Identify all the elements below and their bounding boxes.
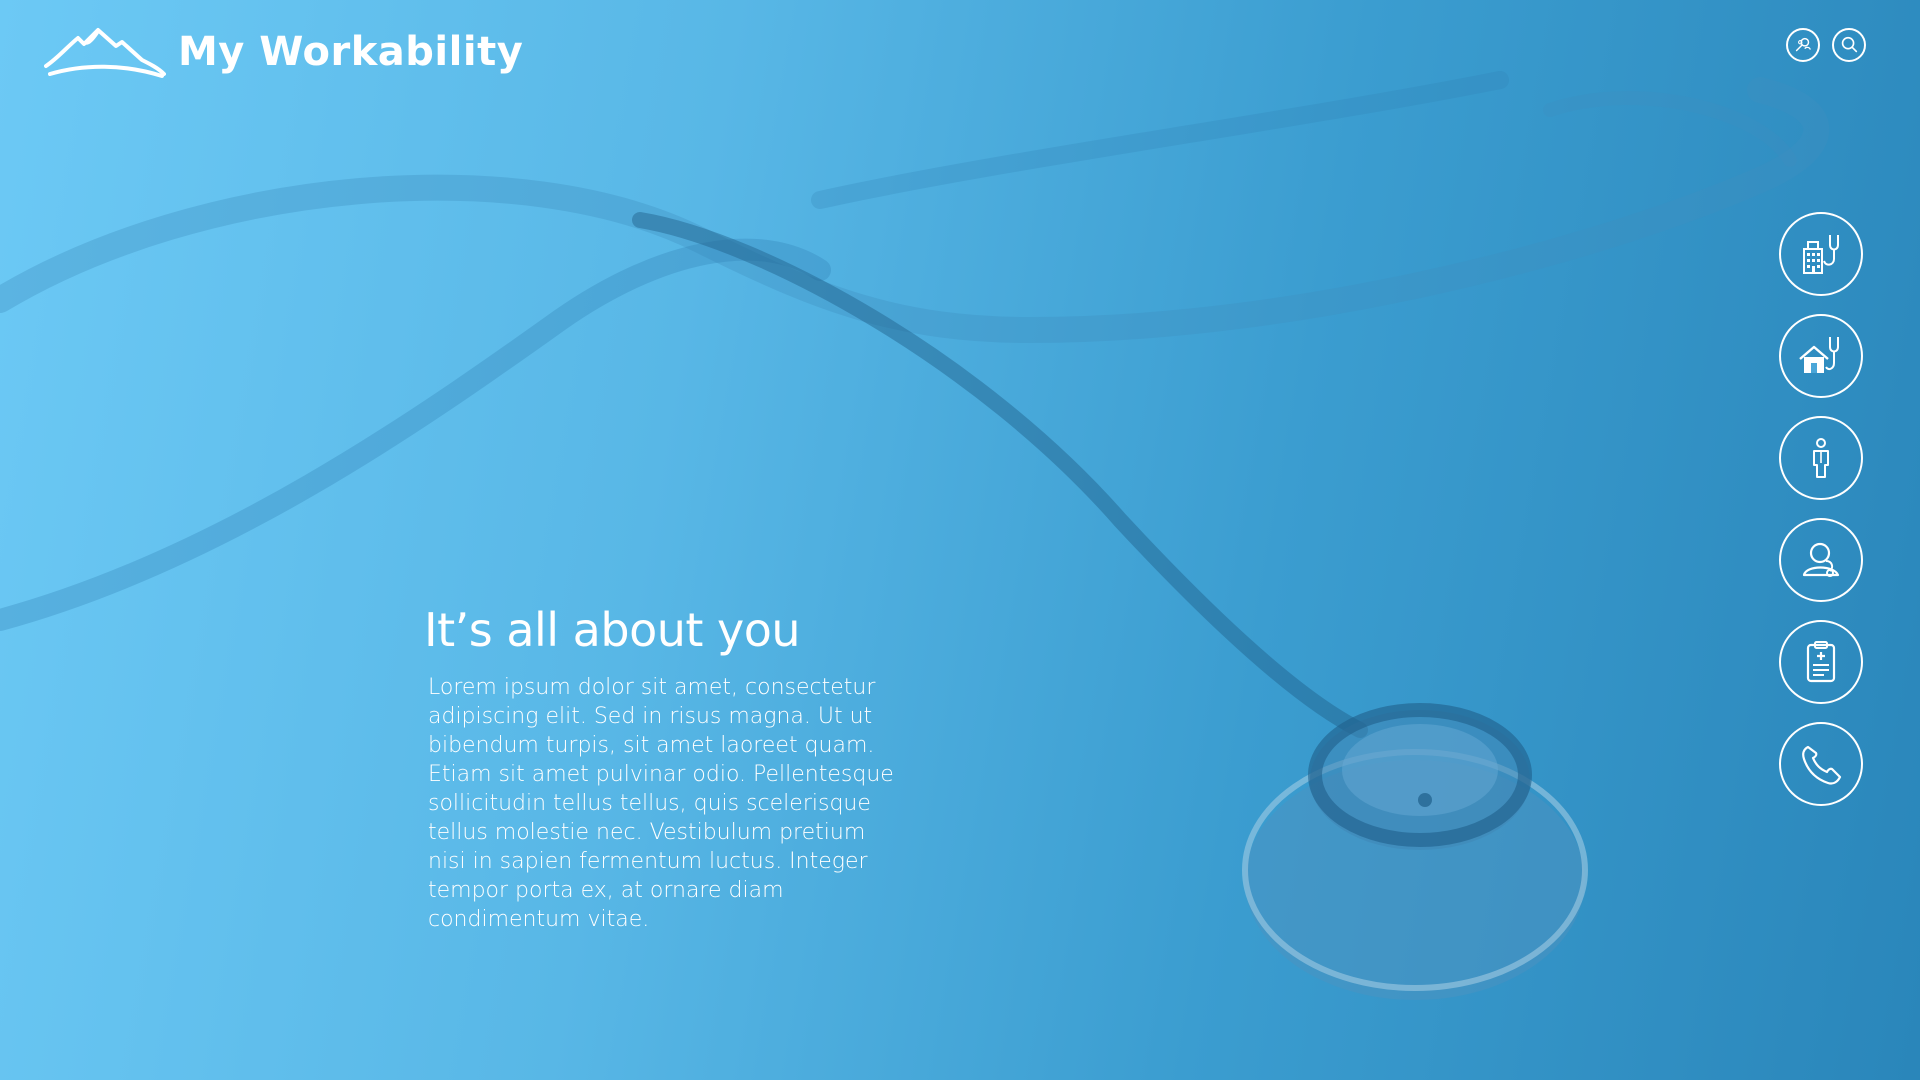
- person-icon: [1813, 438, 1829, 478]
- find-person-button[interactable]: [1786, 28, 1820, 62]
- hero-body: Lorem ipsum dolor sit amet, consectetur …: [428, 674, 894, 932]
- side-nav: [1779, 212, 1863, 806]
- find-person-icon: [1795, 37, 1811, 52]
- side-nav-clipboard[interactable]: [1779, 620, 1863, 704]
- side-nav-patient-care[interactable]: [1779, 518, 1863, 602]
- medical-clipboard-icon: [1806, 641, 1836, 683]
- brand[interactable]: My Workability: [44, 24, 523, 80]
- brand-name: My Workability: [178, 29, 524, 75]
- search-icon: [1841, 36, 1858, 53]
- side-nav-person[interactable]: [1779, 416, 1863, 500]
- side-nav-hospital[interactable]: [1779, 212, 1863, 296]
- background-stethoscope-image: [0, 71, 1830, 1000]
- patient-care-icon: [1802, 542, 1840, 577]
- search-button[interactable]: [1832, 28, 1866, 62]
- hospital-stethoscope-icon: [1803, 235, 1839, 274]
- header-actions: [1786, 28, 1866, 62]
- home-care-stethoscope-icon: [1799, 337, 1839, 373]
- mountain-logo-icon: [44, 28, 166, 78]
- side-nav-home-care[interactable]: [1779, 314, 1863, 398]
- phone-icon: [1802, 745, 1842, 785]
- side-nav-phone[interactable]: [1779, 722, 1863, 806]
- hero-section: It’s all about you Lorem ipsum dolor sit…: [424, 604, 924, 934]
- hero-title: It’s all about you: [424, 603, 801, 657]
